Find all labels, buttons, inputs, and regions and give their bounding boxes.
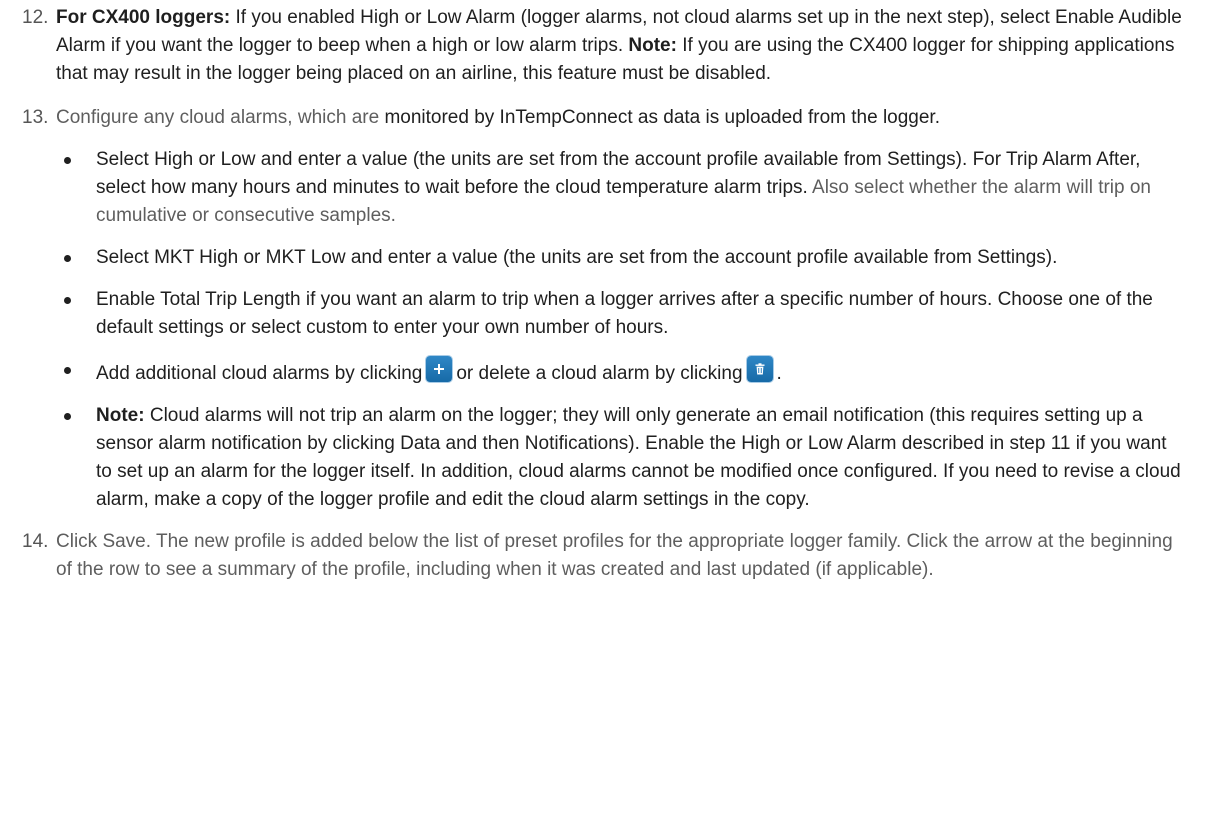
bullet-trip-length: Enable Total Trip Length if you want an … <box>96 289 1153 338</box>
cloud-alarm-bullets: Select High or Low and enter a value (th… <box>56 146 1193 514</box>
bullet-mkt: Select MKT High or MKT Low and enter a v… <box>96 247 1058 268</box>
bullet-add-text: Add additional cloud alarms by clicking <box>96 363 423 384</box>
plus-icon <box>434 364 445 374</box>
bullet-delete-text: or delete a cloud alarm by clicking <box>456 363 743 384</box>
bullet-note-text: Cloud alarms will not trip an alarm on t… <box>96 405 1181 510</box>
list-item: Select High or Low and enter a value (th… <box>56 146 1187 230</box>
step-13-intro: monitored by InTempConnect as data is up… <box>384 107 940 128</box>
step-14-text: Click Save. The new profile is added bel… <box>56 531 1173 580</box>
step-13-intro-muted: Configure any cloud alarms, which are <box>56 107 385 128</box>
step-12: 12. For CX400 loggers: If you enabled Hi… <box>0 4 1215 88</box>
cx400-lead: For CX400 loggers: <box>56 7 231 28</box>
step-number: 14. <box>22 531 49 552</box>
step-14: 14. Click Save. The new profile is added… <box>0 528 1215 584</box>
bullet-end: . <box>776 363 782 384</box>
note-label: Note: <box>628 35 677 56</box>
trash-icon <box>755 363 765 375</box>
note-label: Note: <box>96 405 145 426</box>
step-13: 13. Configure any cloud alarms, which ar… <box>0 104 1215 514</box>
step-number: 12. <box>22 7 49 28</box>
document-page: 12. For CX400 loggers: If you enabled Hi… <box>0 0 1215 584</box>
add-alarm-button[interactable] <box>426 356 453 382</box>
delete-alarm-button[interactable] <box>746 356 773 382</box>
step-number: 13. <box>22 107 49 128</box>
list-item: Enable Total Trip Length if you want an … <box>56 286 1187 342</box>
list-item: Add additional cloud alarms by clicking o… <box>56 356 1187 388</box>
list-item: Select MKT High or MKT Low and enter a v… <box>56 244 1187 272</box>
list-item: Note: Cloud alarms will not trip an alar… <box>56 402 1187 514</box>
